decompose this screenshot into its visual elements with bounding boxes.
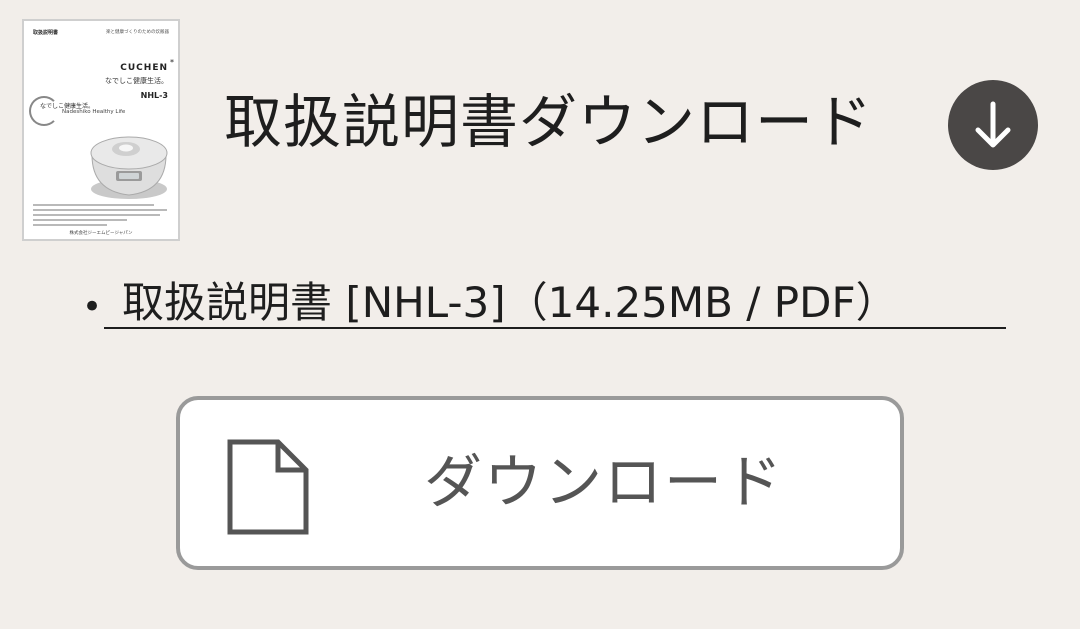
thumb-header-right: 楽と健康づくりのための炊飯器: [106, 30, 169, 35]
thumb-header-left: 取扱説明書: [33, 30, 59, 36]
rice-cooker-image: [90, 136, 168, 199]
thumb-brand-star-icon: *: [170, 58, 174, 67]
download-circle-button[interactable]: [948, 80, 1038, 170]
arrow-down-icon: [975, 101, 1011, 148]
thumb-model: NHL-3: [140, 91, 168, 100]
list-bullet: •: [82, 287, 103, 327]
document-icon: [227, 439, 309, 535]
manual-cover-thumbnail[interactable]: 取扱説明書 楽と健康づくりのための炊飯器 CUCHEN * なでしこ健康生活。 …: [22, 19, 180, 241]
download-button-label: ダウンロード: [424, 448, 785, 516]
link-underline: [104, 327, 1006, 329]
thumb-sub-brand: なでしこ健康生活。: [105, 77, 168, 85]
page-title: 取扱説明書ダウンロード: [224, 88, 874, 156]
manual-download-page: 取扱説明書 楽と健康づくりのための炊飯器 CUCHEN * なでしこ健康生活。 …: [0, 0, 1080, 629]
thumb-logo-en: Nadeshiko Healthy Life: [62, 109, 126, 115]
thumb-brand: CUCHEN: [120, 63, 168, 73]
manual-pdf-link[interactable]: 取扱説明書 [NHL-3]（14.25MB / PDF）: [122, 280, 898, 326]
thumb-notes-text: [33, 204, 167, 229]
download-button[interactable]: ダウンロード: [176, 396, 904, 570]
thumb-footer: 株式会社ジーエムピージャパン: [69, 231, 133, 236]
